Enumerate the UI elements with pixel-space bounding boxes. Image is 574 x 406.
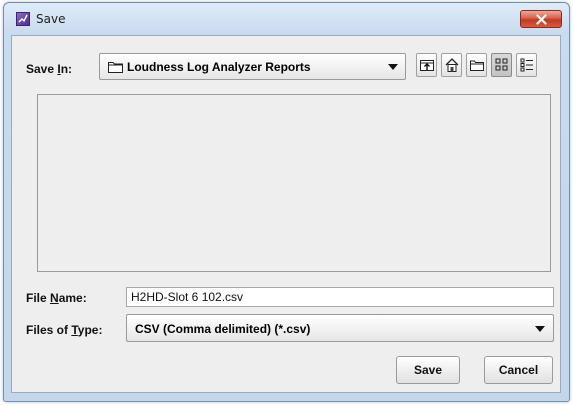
cancel-button[interactable]: Cancel	[484, 356, 553, 384]
close-button[interactable]	[520, 10, 562, 28]
save-in-value: Loudness Log Analyzer Reports	[127, 60, 311, 74]
save-dialog-window: Save Save In: Loudness Log Analyzer Repo…	[3, 2, 570, 402]
app-logo-icon	[16, 12, 30, 26]
new-folder-button[interactable]	[466, 53, 487, 77]
chevron-down-icon	[388, 64, 398, 70]
details-view-button[interactable]	[516, 53, 537, 77]
file-type-dropdown[interactable]: CSV (Comma delimited) (*.csv)	[126, 314, 554, 342]
save-in-label: Save In:	[26, 62, 73, 76]
file-type-value: CSV (Comma delimited) (*.csv)	[135, 322, 311, 336]
close-icon	[536, 14, 547, 25]
file-name-input[interactable]	[126, 287, 554, 307]
title-bar[interactable]: Save	[4, 3, 569, 33]
details-view-icon	[520, 58, 533, 72]
save-in-dropdown[interactable]: Loudness Log Analyzer Reports	[99, 53, 406, 80]
chevron-down-icon	[535, 326, 545, 332]
save-button[interactable]: Save	[396, 356, 460, 384]
home-button[interactable]	[441, 53, 462, 77]
list-view-icon	[495, 58, 508, 71]
up-one-level-icon	[420, 60, 434, 71]
folder-icon	[108, 62, 123, 73]
list-view-button[interactable]	[491, 53, 512, 77]
up-one-level-button[interactable]	[416, 53, 437, 77]
home-icon	[445, 58, 459, 72]
file-name-label: File Name:	[26, 291, 87, 305]
new-folder-icon	[470, 60, 484, 71]
file-type-label: Files of Type:	[26, 323, 103, 337]
dialog-content: Save In: Loudness Log Analyzer Reports F…	[11, 35, 561, 393]
window-title: Save	[36, 12, 66, 26]
file-list-pane[interactable]	[37, 94, 551, 272]
